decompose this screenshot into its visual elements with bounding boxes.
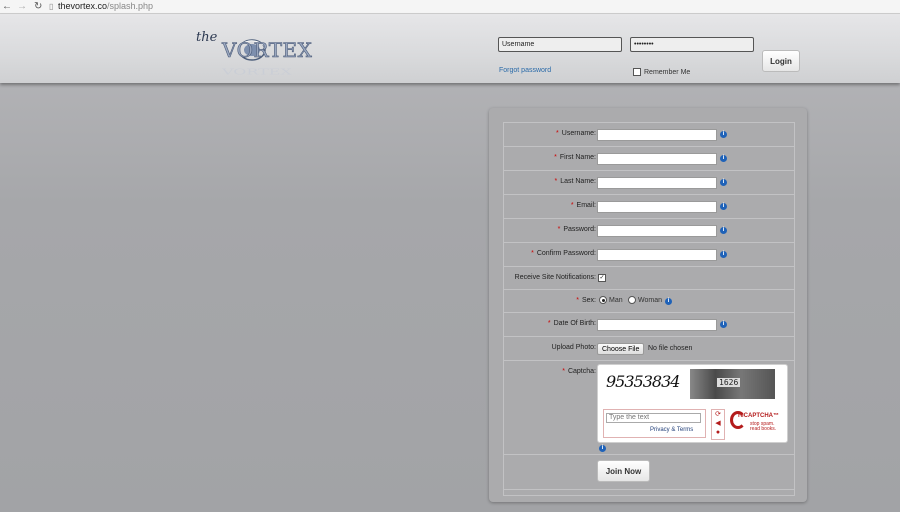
username-input[interactable] [597,129,717,141]
site-header: the VORTEX VORTEX Forgot password Rememb… [0,14,900,83]
audio-icon[interactable]: ◀ [712,419,724,428]
url-host: thevortex.co [58,1,108,11]
header-username-input[interactable] [498,37,622,52]
row-first-name: * First Name: i [504,147,794,171]
remember-me-label: Remember Me [644,68,691,76]
row-photo: Upload Photo: Choose File No file chosen [504,337,794,361]
captcha-image: 1626 [690,369,775,399]
browser-toolbar: ← → ↻ ▯ thevortex.co/splash.php [0,0,900,14]
logo-name: VORTEX [221,38,313,62]
join-now-button[interactable]: Join Now [597,460,650,482]
row-captcha: *Captcha: 95353834 1626 Privacy & Terms … [504,361,794,455]
info-icon[interactable]: i [720,131,727,138]
sex-woman-radio[interactable] [628,296,636,304]
first-name-label: * First Name: [554,154,596,161]
row-notifications: Receive Site Notifications: ✓ [504,267,794,290]
username-label: * Username: [556,130,596,137]
info-icon[interactable]: i [720,203,727,210]
captcha-image-number: 1626 [717,378,741,387]
remember-me[interactable]: Remember Me [633,68,690,76]
dob-input[interactable] [597,319,717,331]
row-sex: * Sex: Man Woman i [504,290,794,313]
sex-woman-option[interactable]: Woman [628,296,662,304]
last-name-input[interactable] [597,177,717,189]
logo-prefix: the [196,30,218,45]
header-password-input[interactable] [630,37,754,52]
recaptcha-slogan: stop spam. read books. [750,421,777,432]
info-icon[interactable]: i [665,298,672,305]
recaptcha-logo: reCAPTCHA™ stop spam. read books. [730,411,785,436]
captcha-label: * Captcha: [562,368,596,375]
last-name-label: * Last Name: [554,178,596,185]
forward-arrow-icon[interactable]: → [17,0,27,13]
row-email: * Email: i [504,195,794,219]
email-label: * Email: [570,202,596,209]
forgot-password-link[interactable]: Forgot password [499,67,551,74]
sex-label: * Sex: [576,297,596,304]
row-dob: * Date Of Birth: i [504,313,794,337]
back-arrow-icon[interactable]: ← [2,0,12,13]
confirm-password-input[interactable] [597,249,717,261]
notifications-label: Receive Site Notifications: [514,274,596,281]
address-bar[interactable]: thevortex.co/splash.php [58,0,153,13]
row-password: * Password: i [504,219,794,243]
reload-icon[interactable]: ↻ [34,0,42,13]
info-icon[interactable]: i [720,155,727,162]
captcha-controls: ⟳ ◀ ● [711,409,725,440]
captcha-input[interactable] [606,413,701,423]
recaptcha-brand: reCAPTCHA™ [738,413,780,419]
info-icon[interactable]: i [720,251,727,258]
confirm-password-label: * Confirm Password: [531,250,596,257]
page-icon: ▯ [49,2,54,11]
row-username: * Username: i [504,123,794,147]
vortex-logo[interactable]: the VORTEX VORTEX [192,22,337,77]
photo-label: Upload Photo: [551,344,596,351]
first-name-input[interactable] [597,153,717,165]
info-icon[interactable]: i [599,445,606,452]
registration-form: * Username: i * First Name: i * Last Name: … [503,122,795,496]
info-icon[interactable]: i [720,179,727,186]
dob-label: * Date Of Birth: [547,320,596,327]
choose-file-button[interactable]: Choose File [597,343,645,355]
captcha-challenge-text: 95353834 [606,372,680,391]
refresh-icon[interactable]: ⟳ [712,410,724,419]
sex-man-option[interactable]: Man [599,296,623,304]
no-file-text: No file chosen [648,345,693,352]
sex-man-radio[interactable] [599,296,607,304]
info-icon[interactable]: i [720,227,727,234]
url-path: /splash.php [107,1,154,11]
row-confirm-password: * Confirm Password: i [504,243,794,267]
row-submit: Join Now [504,455,794,490]
privacy-terms-link[interactable]: Privacy & Terms [650,427,693,433]
notifications-checkbox[interactable]: ✓ [598,274,606,282]
info-icon[interactable]: i [720,321,727,328]
email-input[interactable] [597,201,717,213]
remember-me-checkbox[interactable] [633,68,641,76]
recaptcha-widget: 95353834 1626 Privacy & Terms ⟳ ◀ ● reCA… [597,364,788,443]
login-button[interactable]: Login [762,50,800,72]
password-label: * Password: [557,226,596,233]
password-input[interactable] [597,225,717,237]
row-last-name: * Last Name: i [504,171,794,195]
logo-reflection: VORTEX [221,67,292,76]
registration-panel: * Username: i * First Name: i * Last Name: … [489,108,807,502]
help-icon[interactable]: ● [712,428,724,437]
